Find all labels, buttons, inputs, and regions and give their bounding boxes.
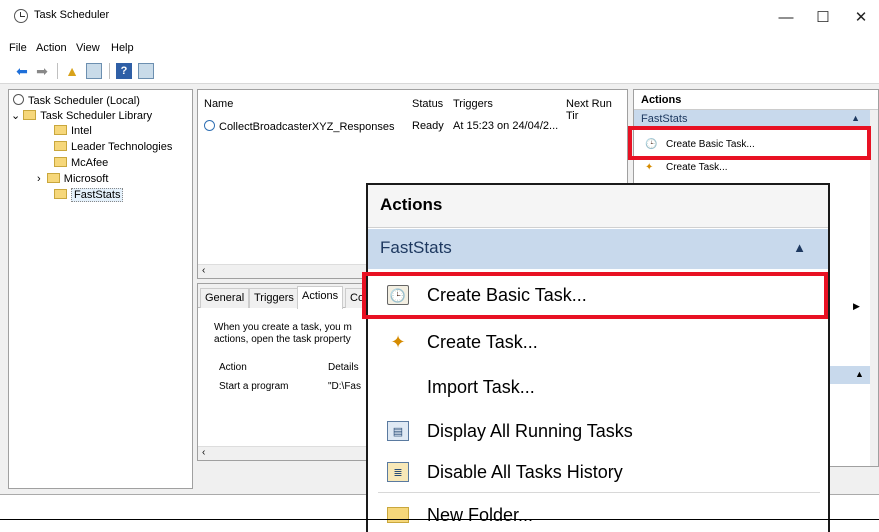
zoom-action-import-task[interactable]: Import Task...	[368, 369, 828, 405]
zoom-action-create-task[interactable]: ✦ Create Task...	[368, 324, 828, 360]
folder-clock-icon	[23, 110, 37, 120]
clock-icon	[13, 94, 24, 105]
highlight-box-zoom	[362, 272, 828, 319]
zoom-actions-group-faststats[interactable]: FastStats ▲	[368, 229, 828, 269]
task-scheduler-app-icon	[14, 9, 28, 23]
toolbar: ⬅ ➡ ▲ ?	[0, 58, 879, 84]
zoom-separator	[378, 492, 820, 493]
folder-icon	[46, 173, 60, 183]
table-row[interactable]: CollectBroadcasterXYZ_Responses	[204, 120, 394, 133]
running-tasks-icon: ▤	[387, 421, 409, 441]
chevron-right-icon[interactable]: ›	[37, 173, 47, 185]
console-tree: Task Scheduler (Local) ⌄ Task Scheduler …	[8, 89, 193, 489]
maximize-button[interactable]: ☐	[805, 4, 841, 32]
column-header-next-run[interactable]: Next Run Tir	[566, 98, 627, 122]
tree-folder-leader-technologies[interactable]: Leader Technologies	[54, 141, 172, 153]
tree-folder-mcafee[interactable]: McAfee	[54, 157, 108, 169]
bottom-rule	[0, 519, 879, 520]
details-column-action[interactable]: Action	[219, 362, 247, 373]
tree-library[interactable]: ⌄ Task Scheduler Library	[11, 109, 152, 122]
tree-folder-faststats[interactable]: FastStats	[54, 188, 124, 202]
task-clock-icon	[204, 120, 215, 131]
toolbar-separator	[109, 63, 110, 79]
folder-icon	[54, 141, 67, 151]
title-bar: Task Scheduler — ☐ ✕	[0, 0, 879, 38]
toolbar-separator	[57, 63, 58, 79]
details-description: When you create a task, you m actions, o…	[214, 322, 352, 345]
action-create-task-small[interactable]: ✦ Create Task...	[634, 162, 878, 173]
task-triggers: At 15:23 on 24/04/2...	[453, 120, 559, 132]
tab-actions[interactable]: Actions	[297, 286, 344, 309]
zoom-action-disable-history[interactable]: ≣ Disable All Tasks History	[368, 454, 828, 490]
new-folder-icon	[387, 507, 409, 523]
console-tree-icon[interactable]	[138, 63, 154, 79]
zoom-actions-header: Actions	[368, 185, 828, 228]
menu-action[interactable]: Action	[36, 42, 67, 54]
highlight-box-small	[628, 126, 871, 160]
task-status: Ready	[412, 120, 444, 132]
tab-triggers[interactable]: Triggers	[249, 288, 299, 308]
minimize-button[interactable]: —	[768, 4, 804, 32]
history-icon: ≣	[387, 462, 409, 482]
tree-root[interactable]: Task Scheduler (Local)	[13, 94, 140, 107]
create-task-icon: ✦	[645, 162, 654, 173]
window-title: Task Scheduler	[34, 9, 110, 21]
back-arrow-icon[interactable]: ⬅	[14, 63, 30, 79]
create-task-icon: ✦	[390, 332, 406, 352]
vertical-scrollbar[interactable]	[870, 110, 878, 466]
folder-icon	[54, 157, 67, 167]
details-action-value: Start a program	[219, 381, 289, 392]
tab-general[interactable]: General	[200, 288, 250, 308]
collapse-up-icon[interactable]: ▲	[855, 369, 864, 379]
scroll-left-icon[interactable]: ‹	[202, 265, 205, 276]
actions-zoom-callout: Actions FastStats ▲ 🕒 Create Basic Task.…	[366, 183, 830, 532]
collapse-up-icon[interactable]: ▲	[793, 240, 806, 255]
properties-icon[interactable]	[86, 63, 102, 79]
tree-folder-intel[interactable]: Intel	[54, 125, 92, 137]
folder-up-icon[interactable]: ▲	[64, 63, 80, 79]
column-header-name[interactable]: Name	[204, 98, 233, 110]
menu-bar: File Action View Help	[0, 38, 879, 58]
menu-view[interactable]: View	[76, 42, 100, 54]
menu-file[interactable]: File	[9, 42, 27, 54]
close-button[interactable]: ✕	[843, 4, 879, 32]
forward-arrow-icon[interactable]: ➡	[34, 63, 50, 79]
zoom-action-new-folder[interactable]: New Folder...	[368, 497, 828, 532]
chevron-down-icon[interactable]: ⌄	[11, 110, 23, 122]
collapse-up-icon[interactable]: ▲	[851, 113, 860, 123]
folder-icon	[54, 125, 67, 135]
tree-folder-microsoft[interactable]: › Microsoft	[37, 173, 108, 185]
details-column-details[interactable]: Details	[328, 362, 359, 373]
folder-icon	[54, 189, 67, 199]
help-icon[interactable]: ?	[116, 63, 132, 79]
actions-pane-header: Actions	[634, 90, 878, 110]
zoom-action-display-running-tasks[interactable]: ▤ Display All Running Tasks	[368, 413, 828, 449]
column-header-triggers[interactable]: Triggers	[453, 98, 493, 110]
details-path-value: "D:\Fas	[328, 381, 361, 392]
column-header-status[interactable]: Status	[412, 98, 443, 110]
scroll-left-icon[interactable]: ‹	[202, 447, 205, 458]
submenu-arrow-icon[interactable]: ▶	[853, 301, 860, 312]
menu-help[interactable]: Help	[111, 42, 134, 54]
